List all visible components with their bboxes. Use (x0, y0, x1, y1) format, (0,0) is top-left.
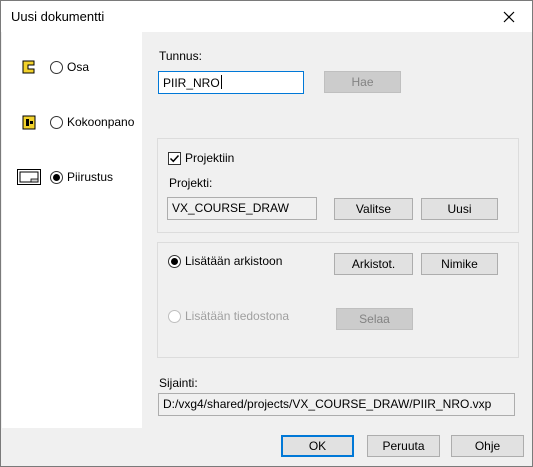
sijainti-label: Sijainti: (159, 376, 198, 390)
assembly-icon (16, 112, 42, 132)
drawing-icon (16, 167, 42, 187)
dialog-title: Uusi dokumentti (11, 9, 105, 24)
location-value: D:/vxg4/shared/projects/VX_COURSE_DRAW/P… (163, 397, 492, 411)
arkistot-button-label: Arkistot. (351, 257, 396, 271)
cancel-button[interactable]: Peruuta (367, 435, 440, 457)
hae-button[interactable]: Hae (324, 71, 401, 93)
part-icon (16, 57, 42, 77)
document-type-pane: Osa Kokoonpano Piirustus (2, 32, 142, 428)
new-document-dialog: Uusi dokumentti Osa Kokoonpano Piirustus… (0, 0, 533, 467)
project-checkbox-label: Projektiin (185, 151, 235, 165)
selaa-button[interactable]: Selaa (336, 308, 413, 330)
nimike-button[interactable]: Nimike (421, 253, 498, 275)
projekti-label: Projekti: (169, 176, 213, 190)
cancel-button-label: Peruuta (382, 439, 425, 453)
file-label: Lisätään tiedostona (185, 309, 290, 323)
project-value: VX_COURSE_DRAW (172, 201, 289, 215)
doc-type-drawing[interactable]: Piirustus (16, 167, 113, 187)
ok-button-label: OK (308, 439, 327, 453)
doc-type-part-radio[interactable] (50, 60, 63, 74)
title-bar: Uusi dokumentti (1, 1, 532, 32)
hae-button-label: Hae (351, 75, 374, 89)
file-option[interactable]: Lisätään tiedostona (168, 309, 289, 323)
tunnus-input[interactable]: PIIR_NRO (158, 71, 304, 94)
project-checkbox-row[interactable]: Projektiin (168, 151, 234, 165)
selaa-button-label: Selaa (359, 312, 390, 326)
location-field: D:/vxg4/shared/projects/VX_COURSE_DRAW/P… (158, 393, 515, 416)
ok-button[interactable]: OK (281, 435, 354, 457)
valitse-button-label: Valitse (355, 202, 392, 216)
uusi-button[interactable]: Uusi (421, 198, 498, 220)
valitse-button[interactable]: Valitse (334, 198, 413, 220)
check-icon (169, 154, 180, 162)
nimike-button-label: Nimike (441, 257, 478, 271)
doc-type-assembly-radio[interactable] (50, 115, 63, 129)
doc-type-drawing-label: Piirustus (67, 170, 114, 184)
archive-label: Lisätään arkistoon (185, 254, 283, 268)
close-button[interactable] (486, 1, 532, 32)
uusi-button-label: Uusi (447, 202, 472, 216)
close-icon (503, 11, 515, 22)
arkistot-button[interactable]: Arkistot. (334, 253, 413, 275)
doc-type-drawing-radio[interactable] (50, 170, 63, 184)
help-button-label: Ohje (474, 439, 501, 453)
project-checkbox[interactable] (168, 151, 181, 165)
doc-type-part-label: Osa (67, 60, 90, 74)
file-radio[interactable] (168, 309, 181, 323)
tunnus-value: PIIR_NRO (163, 76, 220, 90)
doc-type-assembly-label: Kokoonpano (67, 115, 135, 129)
archive-option[interactable]: Lisätään arkistoon (168, 254, 282, 268)
doc-type-assembly[interactable]: Kokoonpano (16, 112, 134, 132)
help-button[interactable]: Ohje (451, 435, 524, 457)
archive-radio[interactable] (168, 254, 181, 268)
project-field: VX_COURSE_DRAW (167, 197, 317, 220)
doc-type-part[interactable]: Osa (16, 57, 89, 77)
tunnus-label: Tunnus: (159, 49, 202, 63)
